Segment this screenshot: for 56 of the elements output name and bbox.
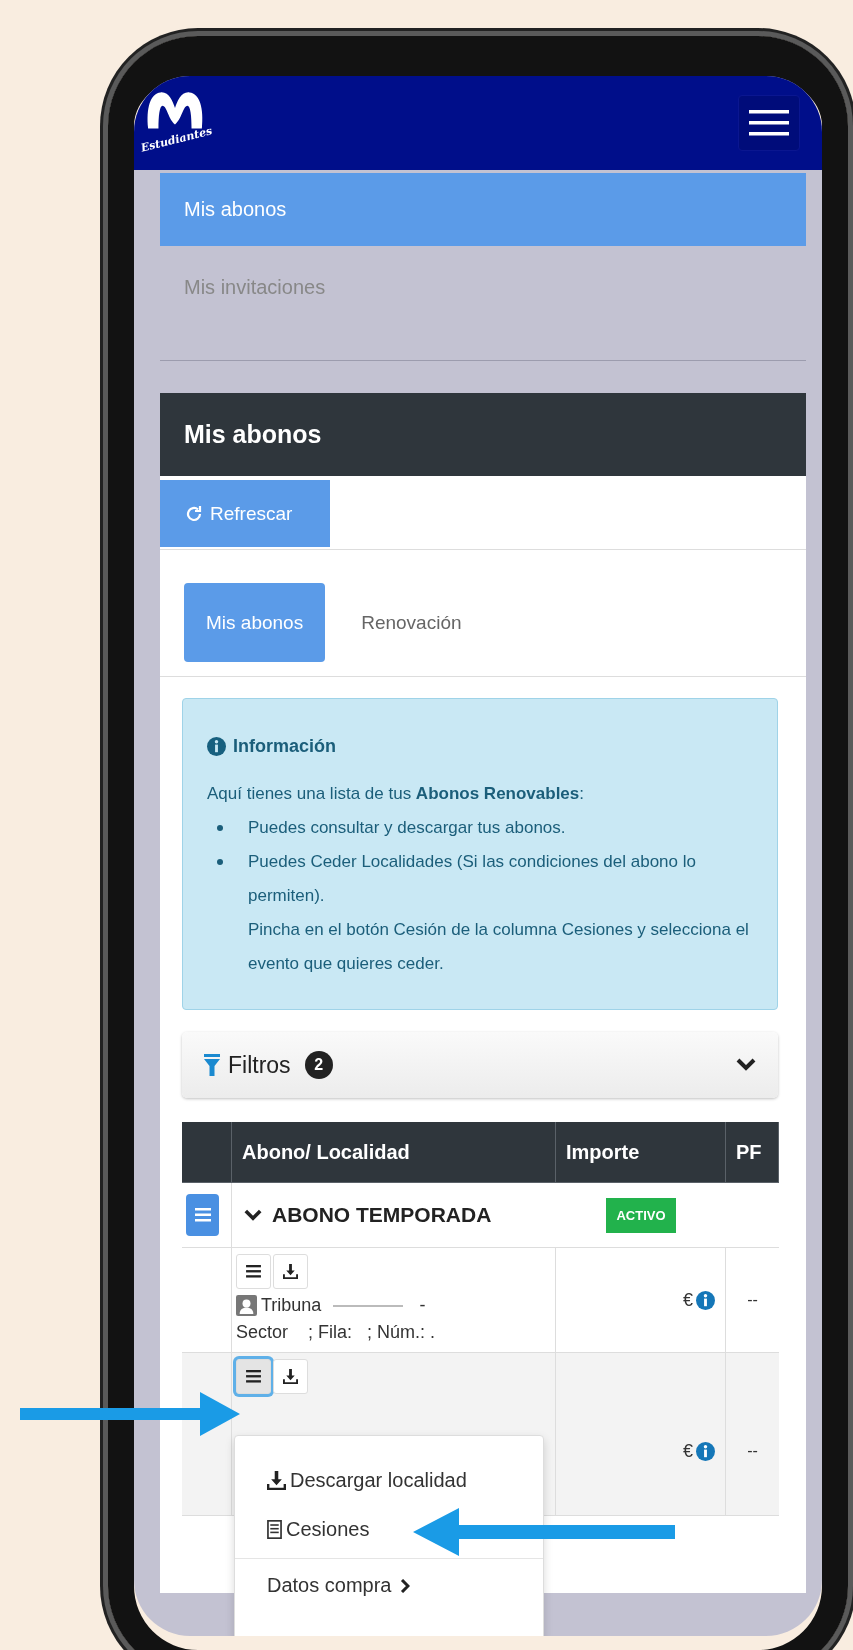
- redaction-line: [333, 1304, 404, 1307]
- list-icon: [246, 1265, 261, 1278]
- pf-value: --: [747, 1291, 758, 1309]
- column-header: Importe: [566, 1140, 640, 1164]
- tab[interactable]: Renovación: [339, 583, 484, 662]
- info-icon: [207, 736, 226, 756]
- download-button[interactable]: [273, 1254, 308, 1289]
- column-header: Abono/ Localidad: [242, 1140, 410, 1164]
- card-title: Mis abonos: [184, 420, 322, 449]
- download-button[interactable]: [273, 1359, 308, 1394]
- refresh-button[interactable]: Refrescar: [160, 480, 330, 547]
- download-icon: [283, 1369, 298, 1384]
- filter-count: 2: [304, 1051, 333, 1079]
- nav-item[interactable]: Mis abonos: [160, 173, 806, 246]
- amount-text: €: [683, 1289, 693, 1311]
- amount-text: €: [683, 1440, 693, 1462]
- bullet-dot: [217, 859, 223, 865]
- alert-text: Pincha en el botón Cesión de la columna Cesiones y selecciona el evento que quieres ceder.: [248, 919, 750, 975]
- chevron-down-icon: [736, 1058, 756, 1072]
- chevron-right-icon: [399, 1578, 410, 1593]
- seat-location: Sector ; Fila: ; Núm.: .: [236, 1322, 436, 1343]
- download-icon: [283, 1264, 298, 1279]
- menu-item[interactable]: Descargar localidad: [235, 1456, 543, 1505]
- menu-item[interactable]: Datos compra: [235, 1561, 543, 1610]
- menu-item-label: Datos compra: [267, 1574, 392, 1597]
- refresh-icon: [184, 503, 204, 524]
- alert-title: Información: [233, 735, 336, 758]
- menu-button[interactable]: [738, 95, 800, 151]
- list-icon: [246, 1370, 261, 1383]
- menu-icon: [749, 108, 789, 138]
- status-badge: ACTIVO: [606, 1197, 676, 1233]
- group-title: ABONO TEMPORADA: [272, 1203, 492, 1227]
- person-icon: [236, 1295, 257, 1316]
- separator-text: -: [419, 1295, 426, 1316]
- alert-text: Aquí tienes una lista de tus Abonos Renovables:: [207, 783, 585, 805]
- stand-name: Tribuna: [261, 1295, 322, 1316]
- list-button[interactable]: [236, 1359, 271, 1394]
- menu-item[interactable]: Cesiones: [235, 1505, 543, 1554]
- filters-bar[interactable]: Filtros 2: [182, 1032, 778, 1098]
- column-header: PF: [736, 1140, 762, 1164]
- download-icon: [267, 1471, 286, 1490]
- document-icon: [267, 1520, 282, 1539]
- alert-text: Puedes Ceder Localidades (Si las condiciones del abono lo permiten).: [248, 851, 697, 907]
- info-icon[interactable]: [696, 1441, 715, 1461]
- list-icon: [194, 1208, 211, 1222]
- filters-label: Filtros: [228, 1051, 291, 1079]
- filter-icon: [204, 1054, 220, 1076]
- menu-item-label: Cesiones: [286, 1518, 370, 1541]
- alert-text: Puedes consultar y descargar tus abonos.: [248, 817, 566, 839]
- tab[interactable]: Mis abonos: [184, 583, 326, 662]
- info-icon[interactable]: [696, 1290, 715, 1310]
- pf-value: --: [747, 1442, 758, 1460]
- list-button[interactable]: [236, 1254, 271, 1289]
- bullet-dot: [217, 825, 223, 831]
- menu-item-label: Descargar localidad: [290, 1469, 467, 1492]
- chevron-down-icon[interactable]: [244, 1208, 262, 1222]
